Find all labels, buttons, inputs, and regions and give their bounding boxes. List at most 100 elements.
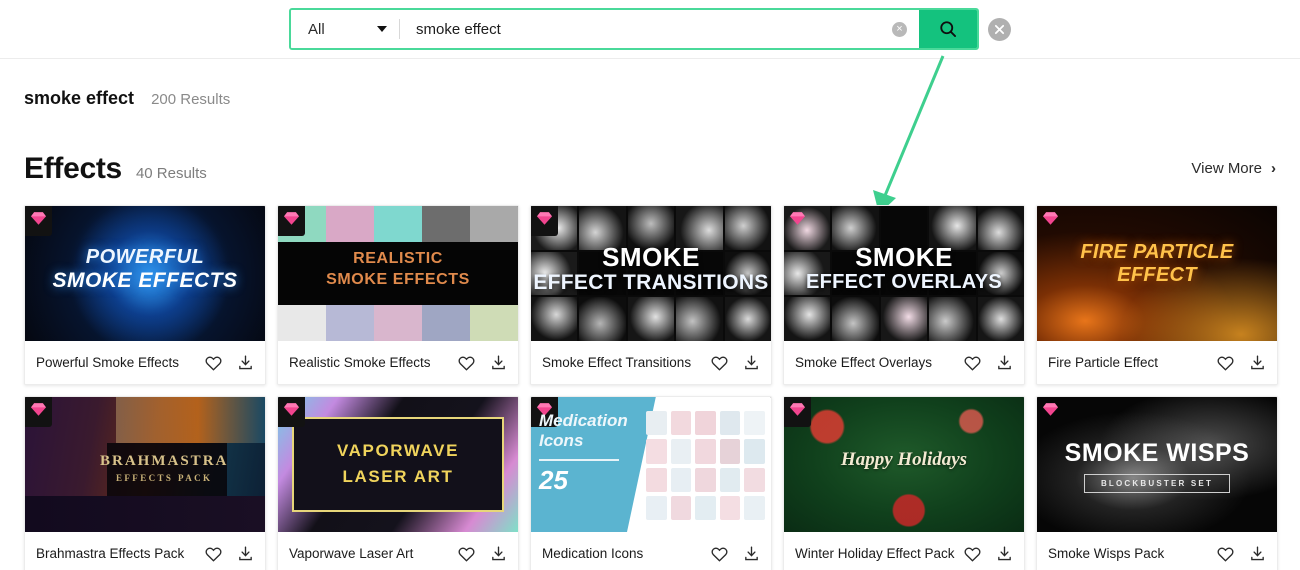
favorite-button[interactable] <box>458 546 475 562</box>
gem-icon <box>284 403 299 416</box>
thumbnail-title-line1: REALISTIC <box>353 250 443 267</box>
download-icon <box>1251 355 1264 370</box>
result-card[interactable]: VAPORWAVE LASER ART Vaporwave Laser Art <box>277 396 519 570</box>
chevron-down-icon <box>377 26 387 32</box>
download-icon <box>492 355 505 370</box>
thumbnail-subtitle-wrap: BLOCKBUSTER SET <box>1037 473 1277 493</box>
favorite-button[interactable] <box>1217 355 1234 371</box>
card-title: Medication Icons <box>542 546 644 561</box>
card-footer: Smoke Effect Transitions <box>531 341 771 384</box>
heart-icon <box>205 547 222 562</box>
search-input[interactable] <box>416 20 892 38</box>
download-button[interactable] <box>1249 354 1266 371</box>
favorite-button[interactable] <box>711 355 728 371</box>
gem-icon <box>1043 403 1058 416</box>
download-button[interactable] <box>743 354 760 371</box>
favorite-button[interactable] <box>205 546 222 562</box>
card-title: Winter Holiday Effect Pack <box>795 546 955 561</box>
result-card[interactable]: SMOKE EFFECT OVERLAYS Smoke Effect Overl… <box>783 205 1025 385</box>
result-card[interactable]: REALISTIC SMOKE EFFECTS Realistic Smoke … <box>277 205 519 385</box>
thumbnail-title-line2: SMOKE EFFECTS <box>326 271 470 288</box>
search-submit-button[interactable] <box>919 10 977 48</box>
download-button[interactable] <box>237 354 254 371</box>
premium-badge <box>278 206 305 236</box>
card-thumbnail[interactable]: Medication Icons 25 <box>531 397 771 532</box>
category-dropdown-label: All <box>308 20 325 38</box>
card-actions <box>964 354 1013 371</box>
download-icon <box>998 546 1011 561</box>
section-header: Effects 40 Results View More › <box>24 152 1276 186</box>
heart-icon <box>205 356 222 371</box>
card-actions <box>711 545 760 562</box>
heart-icon <box>1217 547 1234 562</box>
card-footer: Medication Icons <box>531 532 771 570</box>
gem-icon <box>1043 212 1058 225</box>
thumbnail-title-line1: FIRE PARTICLE <box>1080 241 1234 263</box>
close-search-button[interactable] <box>988 18 1011 41</box>
search-field-wrap: × <box>400 10 919 48</box>
thumbnail-title-line1: VAPORWAVE <box>336 441 460 460</box>
gem-icon <box>31 212 46 225</box>
download-icon <box>998 355 1011 370</box>
premium-badge <box>1037 206 1064 236</box>
favorite-button[interactable] <box>1217 546 1234 562</box>
card-thumbnail[interactable]: SMOKE WISPS BLOCKBUSTER SET <box>1037 397 1277 532</box>
card-footer: Fire Particle Effect <box>1037 341 1277 384</box>
download-icon <box>492 546 505 561</box>
view-more-link[interactable]: View More › <box>1191 160 1276 179</box>
thumbnail-footer-art <box>25 496 265 532</box>
card-thumbnail[interactable]: SMOKE EFFECT TRANSITIONS <box>531 206 771 341</box>
heart-icon <box>1217 356 1234 371</box>
favorite-button[interactable] <box>964 355 981 371</box>
thumbnail-title-line2: BLOCKBUSTER SET <box>1083 474 1231 493</box>
heart-icon <box>964 547 981 562</box>
card-thumbnail[interactable]: Happy Holidays <box>784 397 1024 532</box>
download-button[interactable] <box>743 545 760 562</box>
premium-badge <box>1037 397 1064 427</box>
card-thumbnail[interactable]: REALISTIC SMOKE EFFECTS <box>278 206 518 341</box>
download-button[interactable] <box>237 545 254 562</box>
premium-badge <box>25 397 52 427</box>
thumbnail-title-line2: SMOKE EFFECTS <box>52 269 238 292</box>
premium-badge <box>531 206 558 236</box>
category-dropdown[interactable]: All <box>291 10 399 48</box>
download-button[interactable] <box>996 545 1013 562</box>
favorite-button[interactable] <box>458 355 475 371</box>
result-card[interactable]: FIRE PARTICLE EFFECT Fire Particle Effec… <box>1036 205 1278 385</box>
gem-icon <box>284 212 299 225</box>
section-result-count: 40 Results <box>135 165 207 182</box>
favorite-button[interactable] <box>964 546 981 562</box>
card-footer: Smoke Effect Overlays <box>784 341 1024 384</box>
result-card[interactable]: SMOKE WISPS BLOCKBUSTER SET Smoke Wisps … <box>1036 396 1278 570</box>
card-thumbnail[interactable]: POWERFUL SMOKE EFFECTS <box>25 206 265 341</box>
download-icon <box>239 355 252 370</box>
card-thumbnail[interactable]: FIRE PARTICLE EFFECT <box>1037 206 1277 341</box>
thumbnail-title-line1: SMOKE <box>602 242 700 272</box>
thumbnail-title-line1: BRAHMASTRA <box>100 453 229 469</box>
thumbnail-title-line1: Happy Holidays <box>840 449 968 470</box>
gem-icon <box>790 212 805 225</box>
thumbnail-strip <box>116 397 265 443</box>
thumbnail-title-line2: EFFECT TRANSITIONS <box>533 271 769 294</box>
page-title: Effects <box>24 152 122 185</box>
card-thumbnail[interactable]: SMOKE EFFECT OVERLAYS <box>784 206 1024 341</box>
gem-icon <box>31 403 46 416</box>
result-card[interactable]: POWERFUL SMOKE EFFECTS Powerful Smoke Ef… <box>24 205 266 385</box>
favorite-button[interactable] <box>711 546 728 562</box>
query-summary: smoke effect 200 Results <box>24 88 230 109</box>
card-thumbnail[interactable]: BRAHMASTRA EFFECTS PACK <box>25 397 265 532</box>
download-button[interactable] <box>996 354 1013 371</box>
card-actions <box>458 354 507 371</box>
favorite-button[interactable] <box>205 355 222 371</box>
result-card[interactable]: SMOKE EFFECT TRANSITIONS Smoke Effect Tr… <box>530 205 772 385</box>
card-actions <box>205 545 254 562</box>
download-button[interactable] <box>490 545 507 562</box>
card-actions <box>458 545 507 562</box>
result-card[interactable]: Happy Holidays Winter Holiday Effect Pac… <box>783 396 1025 570</box>
download-button[interactable] <box>1249 545 1266 562</box>
card-thumbnail[interactable]: VAPORWAVE LASER ART <box>278 397 518 532</box>
download-button[interactable] <box>490 354 507 371</box>
result-card[interactable]: BRAHMASTRA EFFECTS PACK Brahmastra Effec… <box>24 396 266 570</box>
result-card[interactable]: Medication Icons 25 Medication Icons <box>530 396 772 570</box>
clear-search-icon[interactable]: × <box>892 21 907 37</box>
